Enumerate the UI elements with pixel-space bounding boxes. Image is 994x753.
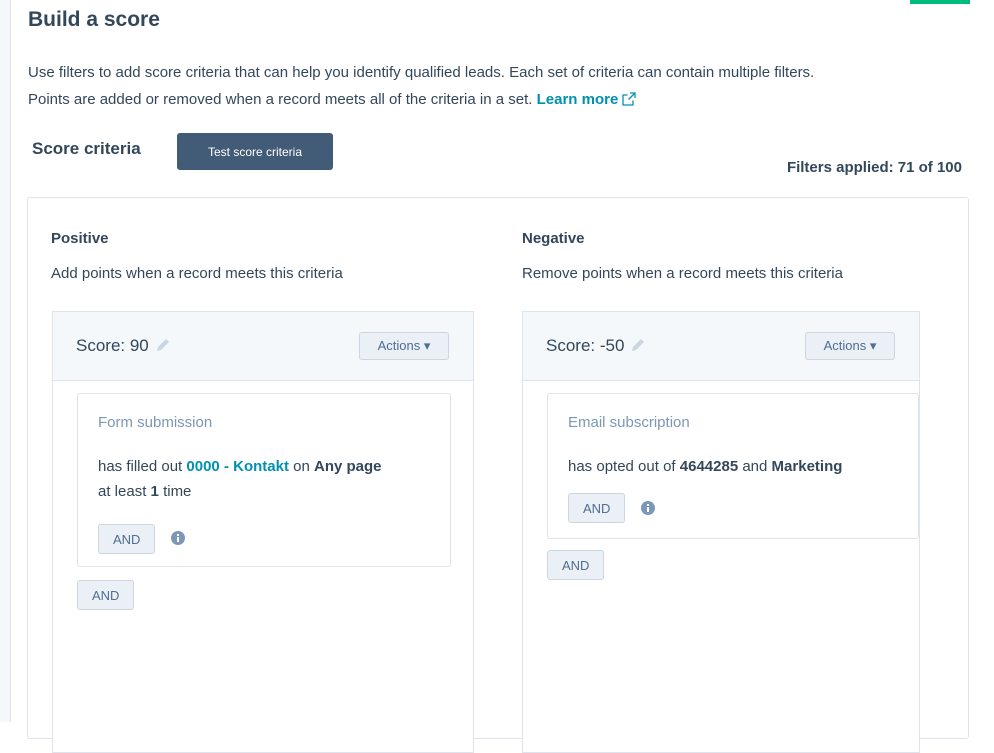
negative-score-label: Score: -50 [546, 336, 625, 355]
positive-filter-description: has filled out 0000 - Kontakt on Any pag… [98, 454, 443, 504]
filter-text: time [163, 483, 192, 500]
info-icon[interactable] [640, 500, 656, 521]
description-line-2: Points are added or removed when a recor… [28, 91, 533, 108]
page-title: Build a score [28, 8, 160, 31]
filter-text: on [293, 458, 310, 475]
positive-title: Positive [51, 230, 109, 247]
corner-badge [910, 0, 970, 4]
positive-score[interactable]: Score: 90 [76, 336, 171, 358]
left-edge [0, 0, 11, 722]
positive-subtitle: Add points when a record meets this crit… [51, 265, 343, 282]
negative-title: Negative [522, 230, 585, 247]
filter-text: at least [98, 483, 147, 500]
negative-inner-and-button[interactable]: AND [568, 493, 626, 523]
negative-criteria-set: Score: -50 Actions ▾ Email subscription … [522, 311, 920, 753]
negative-outer-and-button[interactable]: AND [547, 550, 605, 580]
page-description: Use filters to add score criteria that c… [28, 59, 958, 115]
subscription-type-value: Marketing [771, 458, 843, 475]
negative-subtitle: Remove points when a record meets this c… [522, 265, 843, 282]
positive-criteria-header: Score: 90 Actions ▾ [53, 312, 473, 381]
learn-more-link[interactable]: Learn more [537, 91, 637, 108]
pencil-icon[interactable] [630, 337, 646, 358]
test-score-criteria-button[interactable]: Test score criteria [177, 133, 333, 170]
filter-text: has opted out of [568, 458, 676, 475]
positive-actions-button[interactable]: Actions ▾ [359, 332, 449, 360]
positive-filter-type: Form submission [98, 414, 213, 431]
positive-filter-card: Form submission has filled out 0000 - Ko… [77, 393, 451, 567]
positive-score-label: Score: 90 [76, 336, 149, 355]
positive-outer-and-button[interactable]: AND [77, 580, 135, 610]
negative-criteria-header: Score: -50 Actions ▾ [523, 312, 919, 381]
info-icon[interactable] [170, 530, 186, 551]
positive-criteria-set: Score: 90 Actions ▾ Form submission has … [52, 311, 474, 753]
count-value: 1 [150, 483, 159, 500]
learn-more-label: Learn more [536, 91, 619, 108]
negative-score[interactable]: Score: -50 [546, 336, 646, 358]
negative-filter-card: Email subscription has opted out of 4644… [547, 393, 919, 539]
negative-filter-description: has opted out of 4644285 and Marketing [568, 454, 913, 479]
score-criteria-title: Score criteria [32, 139, 141, 158]
description-line-1: Use filters to add score criteria that c… [28, 64, 815, 81]
filter-text: and [742, 458, 768, 475]
form-name-link[interactable]: 0000 - Kontakt [186, 458, 289, 475]
filter-text: has filled out [98, 458, 183, 475]
external-link-icon [622, 88, 636, 115]
positive-inner-and-button[interactable]: AND [98, 524, 156, 554]
pencil-icon[interactable] [155, 337, 171, 358]
page-value: Any page [313, 458, 382, 475]
criteria-panel: Positive Add points when a record meets … [27, 197, 969, 753]
filters-applied-count: Filters applied: 71 of 100 [786, 159, 962, 176]
list-id-value: 4644285 [679, 458, 739, 475]
negative-filter-type: Email subscription [568, 414, 690, 431]
negative-actions-button[interactable]: Actions ▾ [805, 332, 895, 360]
